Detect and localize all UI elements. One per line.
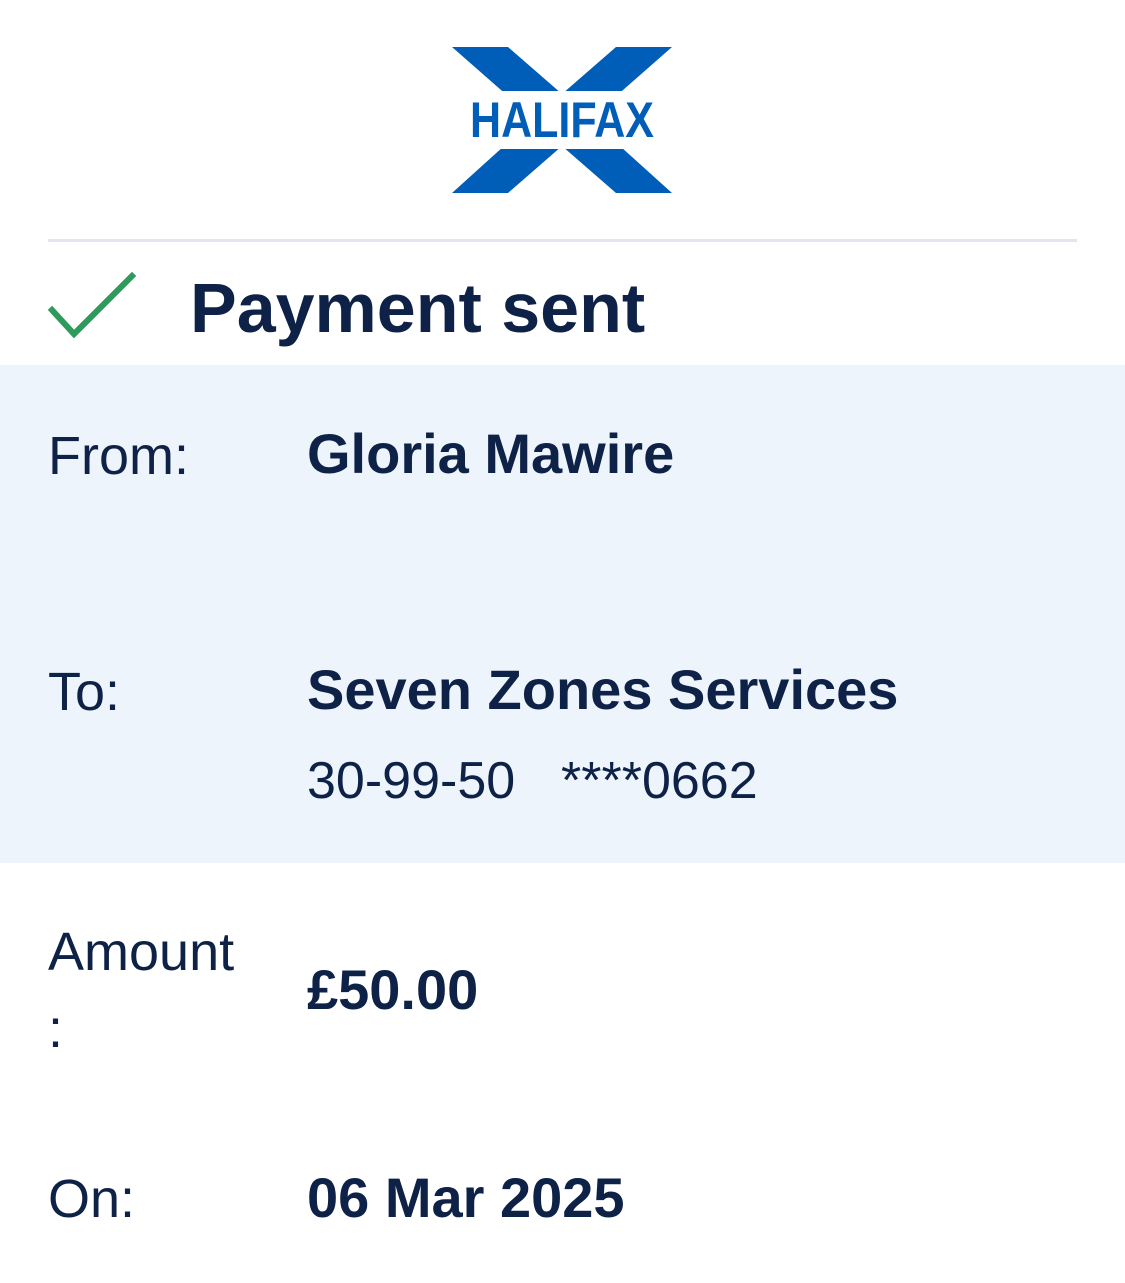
date-label: On:: [48, 1169, 136, 1229]
check-icon: [48, 272, 136, 339]
amount-value: £50.00: [307, 958, 479, 1021]
status-title: Payment sent: [190, 269, 646, 347]
amount-label: Amount: [48, 922, 235, 982]
from-value: Gloria Mawire: [307, 422, 675, 485]
brand-name: HALIFAX: [470, 92, 654, 148]
header: HALIFAX: [0, 0, 1125, 242]
date-value: 06 Mar 2025: [307, 1166, 625, 1229]
account-number: ****0662: [561, 752, 758, 810]
amount-label-colon: :: [48, 999, 64, 1059]
sort-code: 30-99-50: [307, 752, 516, 810]
from-label: From:: [48, 426, 189, 486]
to-label: To:: [48, 662, 121, 722]
to-value: Seven Zones Services: [307, 658, 899, 721]
payment-status: Payment sent: [0, 242, 1125, 365]
